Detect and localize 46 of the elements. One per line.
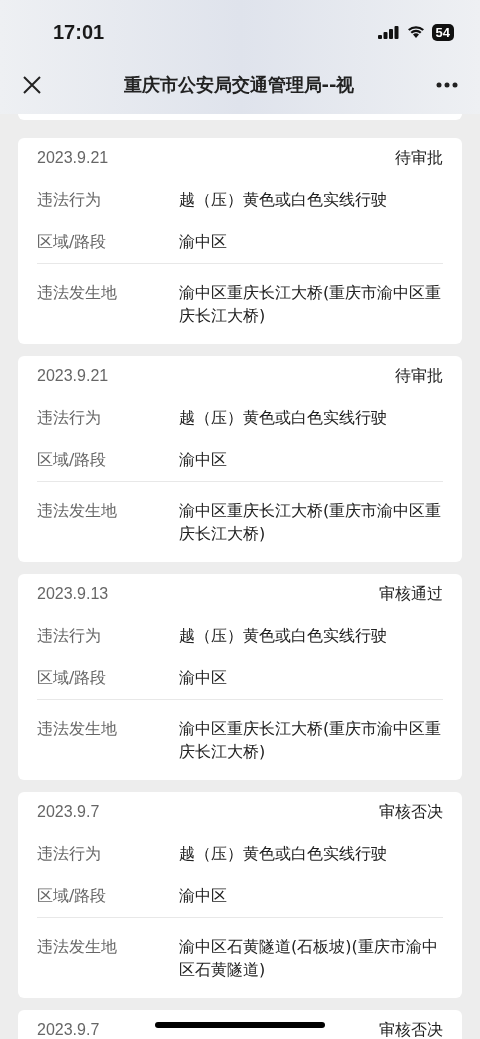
record-date: 2023.9.21: [37, 148, 109, 168]
field-label: 区域/路段: [37, 885, 108, 907]
clock-time: 17:01: [53, 19, 106, 44]
field-value: 越（压）黄色或白色实线行驶: [179, 189, 388, 211]
field-label: 违法发生地: [37, 282, 118, 304]
field-label: 违法行为: [37, 843, 102, 865]
record-status: 审核否决: [379, 801, 443, 823]
field-value: 渝中区: [179, 885, 228, 907]
field-value: 越（压）黄色或白色实线行驶: [179, 625, 388, 647]
field-label: 违法行为: [37, 625, 102, 647]
more-icon[interactable]: [436, 82, 458, 88]
field-label: 违法行为: [37, 189, 102, 211]
field-value: 渝中区石黄隧道(石板坡)(重庆市渝中区石黄隧道): [179, 936, 439, 981]
close-icon[interactable]: [22, 75, 42, 95]
record-date: 2023.9.21: [37, 366, 109, 386]
field-label: 区域/路段: [37, 667, 108, 689]
record-status: 待审批: [395, 147, 443, 169]
field-value: 渝中区: [179, 449, 228, 471]
record-card[interactable]: 2023.9.7 审核否决 违法行为 越（压）黄色或白色实线行驶 区域/路段 渝中区 违法发生地 渝中区石黄隧道(石板坡)(重庆市渝中区石黄隧道): [18, 792, 462, 998]
record-status: 待审批: [395, 365, 443, 387]
page-title: 重庆市公安局交通管理局--视: [122, 73, 356, 97]
record-card[interactable]: 2023.9.13 审核通过 违法行为 越（压）黄色或白色实线行驶 区域/路段 渝中区 违法发生地 渝中区重庆长江大桥(重庆市渝中区重庆长江大桥): [18, 574, 462, 780]
field-label: 区域/路段: [37, 231, 108, 253]
field-value: 越（压）黄色或白色实线行驶: [179, 843, 388, 865]
wifi-icon: [406, 25, 425, 39]
record-card[interactable]: 2023.9.21 待审批 违法行为 越（压）黄色或白色实线行驶 区域/路段 渝中区 违法发生地 渝中区重庆长江大桥(重庆市渝中区重庆长江大桥): [18, 138, 462, 344]
record-status: 审核否决: [379, 1019, 443, 1039]
record-date: 2023.9.7: [37, 802, 100, 822]
record-status: 审核通过: [379, 583, 443, 605]
record-card[interactable]: 2023.9.21 待审批 违法行为 越（压）黄色或白色实线行驶 区域/路段 渝中区 违法发生地 渝中区重庆长江大桥(重庆市渝中区重庆长江大桥): [18, 356, 462, 562]
record-card[interactable]: 2023.9.7 审核否决: [18, 1010, 462, 1039]
signal-icon: [377, 25, 400, 39]
field-label: 违法发生地: [37, 718, 118, 740]
field-value: 越（压）黄色或白色实线行驶: [179, 407, 388, 429]
field-label: 违法发生地: [37, 936, 118, 958]
field-value: 渝中区: [179, 231, 228, 253]
record-date: 2023.9.13: [37, 584, 109, 604]
field-value: 渝中区重庆长江大桥(重庆市渝中区重庆长江大桥): [179, 718, 443, 763]
record-date: 2023.9.7: [37, 1020, 100, 1039]
field-label: 区域/路段: [37, 449, 108, 471]
field-value: 渝中区重庆长江大桥(重庆市渝中区重庆长江大桥): [179, 282, 443, 327]
field-label: 违法发生地: [37, 500, 118, 522]
field-value: 渝中区: [179, 667, 228, 689]
field-label: 违法行为: [37, 407, 102, 429]
field-value: 渝中区重庆长江大桥(重庆市渝中区重庆长江大桥): [179, 500, 443, 545]
battery-level: 54: [431, 23, 454, 41]
